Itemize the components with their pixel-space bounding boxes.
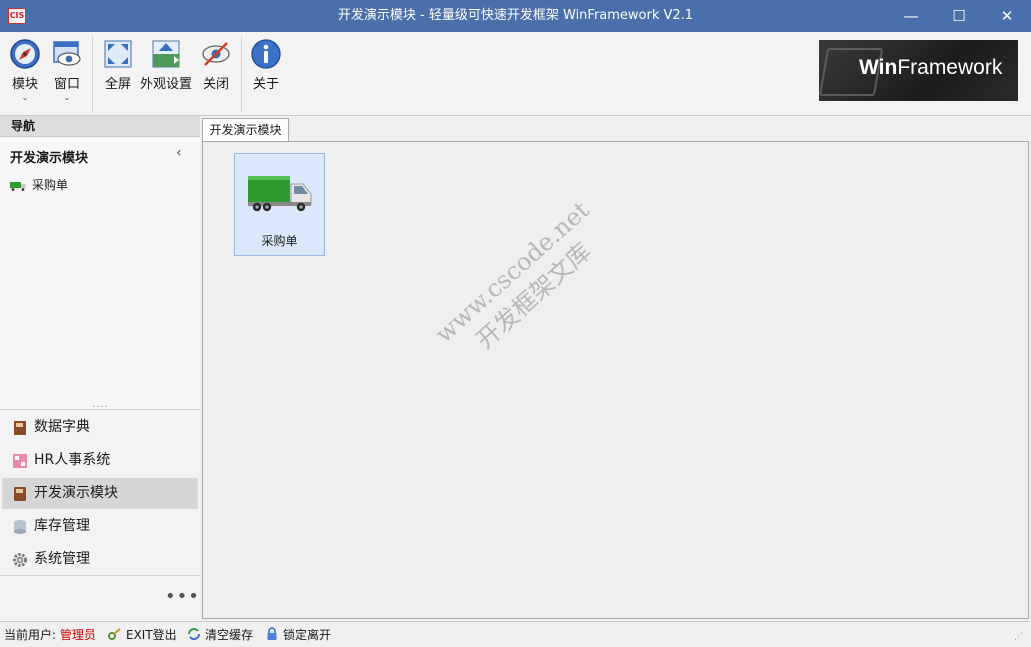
nav-item-label: 采购单 bbox=[32, 178, 69, 192]
nav-group-title: 开发演示模块 bbox=[10, 151, 89, 166]
nav-item-purchase-order[interactable]: 采购单 bbox=[10, 177, 68, 193]
fullscreen-icon bbox=[104, 40, 132, 68]
watermark: www.cscode.net 开发框架文库 bbox=[405, 173, 641, 395]
compass-icon bbox=[10, 39, 40, 69]
window-title: 开发演示模块 - 轻量级可快速开发框架 WinFramework V2.1 bbox=[337, 8, 694, 23]
ribbon-toolbar: 模块 ⌄ 窗口 ⌄ 全屏 外观设置 关闭 关于 WinFramework bbox=[0, 32, 1031, 116]
nav-header: 导航 bbox=[0, 116, 200, 137]
title-bar: CIS 开发演示模块 - 轻量级可快速开发框架 WinFramework V2.… bbox=[0, 0, 1031, 32]
current-user-name: 管理员 bbox=[59, 628, 96, 642]
about-label: 关于 bbox=[252, 77, 279, 92]
status-bar: 当前用户: 管理员 EXIT登出 清空缓存 锁定离开 ⋰ bbox=[0, 621, 1031, 647]
clear-cache-label: 清空缓存 bbox=[205, 628, 254, 642]
refresh-icon bbox=[188, 628, 200, 640]
module-label: 开发演示模块 bbox=[34, 485, 118, 501]
lock-screen-button[interactable]: 锁定离开 bbox=[265, 626, 331, 644]
module-label: 数据字典 bbox=[34, 419, 90, 435]
winframework-logo: WinFramework bbox=[819, 40, 1018, 101]
book-icon bbox=[14, 487, 26, 501]
close-eye-icon bbox=[202, 42, 230, 66]
appearance-settings-button[interactable]: 外观设置 bbox=[140, 38, 192, 110]
logo-text: WinFramework bbox=[859, 56, 1003, 79]
close-window-button[interactable]: ✕ bbox=[983, 0, 1031, 32]
module-data-dictionary[interactable]: 数据字典 bbox=[2, 412, 198, 443]
database-icon bbox=[14, 520, 26, 534]
tile-purchase-order[interactable]: 采购单 bbox=[234, 153, 325, 256]
key-icon bbox=[108, 628, 121, 640]
current-user: 当前用户: 管理员 bbox=[4, 626, 96, 644]
module-label: 模块 bbox=[11, 77, 38, 92]
hr-icon bbox=[13, 454, 27, 468]
about-button[interactable]: 关于 bbox=[249, 38, 283, 110]
module-label: 系统管理 bbox=[34, 551, 90, 567]
module-system-management[interactable]: 系统管理 bbox=[2, 544, 198, 575]
window-button[interactable]: 窗口 ⌄ bbox=[50, 38, 84, 110]
ribbon-separator bbox=[241, 36, 242, 112]
minimize-button[interactable]: — bbox=[887, 0, 935, 32]
tile-label: 采购单 bbox=[261, 234, 298, 248]
more-options-icon[interactable]: ••• bbox=[165, 586, 200, 607]
content-area: 采购单 www.cscode.net 开发框架文库 bbox=[202, 141, 1029, 619]
lock-icon bbox=[267, 627, 277, 640]
module-button[interactable]: 模块 ⌄ bbox=[8, 38, 42, 110]
close-label: 关闭 bbox=[202, 77, 229, 92]
collapse-icon[interactable]: ‹ bbox=[176, 145, 182, 161]
appearance-icon bbox=[152, 40, 180, 68]
module-label: 库存管理 bbox=[34, 518, 90, 534]
nav-more: ••• bbox=[0, 575, 200, 621]
navigation-panel: 导航 开发演示模块 ‹ 采购单 .... 数据字典 HR人事系统 开发演示模块 bbox=[0, 116, 200, 621]
truck-icon bbox=[248, 176, 312, 212]
ribbon-separator bbox=[92, 36, 93, 112]
appearance-label: 外观设置 bbox=[140, 77, 193, 92]
tab-dev-demo[interactable]: 开发演示模块 bbox=[202, 118, 289, 142]
book-icon bbox=[14, 421, 26, 435]
exit-label: EXIT登出 bbox=[126, 628, 177, 642]
gear-icon bbox=[13, 553, 27, 567]
info-icon bbox=[251, 39, 281, 69]
module-dev-demo[interactable]: 开发演示模块 bbox=[2, 478, 198, 509]
clear-cache-button[interactable]: 清空缓存 bbox=[187, 626, 253, 644]
truck-icon bbox=[10, 181, 26, 191]
module-label: HR人事系统 bbox=[34, 452, 111, 468]
fullscreen-button[interactable]: 全屏 bbox=[101, 38, 135, 110]
tab-bar: 开发演示模块 bbox=[200, 116, 1031, 142]
chevron-down-icon: ⌄ bbox=[21, 93, 29, 102]
window-label: 窗口 bbox=[53, 77, 80, 92]
chevron-down-icon: ⌄ bbox=[63, 93, 71, 102]
nav-group: 开发演示模块 ‹ 采购单 bbox=[0, 137, 200, 409]
watermark-url: www.cscode.net bbox=[429, 195, 595, 349]
current-user-label: 当前用户: bbox=[4, 628, 57, 642]
module-list: 数据字典 HR人事系统 开发演示模块 库存管理 系统管理 bbox=[0, 409, 200, 575]
maximize-button[interactable]: ☐ bbox=[935, 0, 983, 32]
lock-label: 锁定离开 bbox=[283, 628, 332, 642]
window-eye-icon bbox=[53, 41, 81, 66]
module-inventory[interactable]: 库存管理 bbox=[2, 511, 198, 542]
module-hr-system[interactable]: HR人事系统 bbox=[2, 445, 198, 476]
close-module-button[interactable]: 关闭 bbox=[199, 38, 233, 110]
exit-logout-button[interactable]: EXIT登出 bbox=[108, 626, 177, 644]
fullscreen-label: 全屏 bbox=[104, 77, 131, 92]
watermark-text: 开发框架文库 bbox=[470, 237, 597, 355]
resize-grip[interactable]: ⋰ bbox=[1014, 632, 1023, 642]
